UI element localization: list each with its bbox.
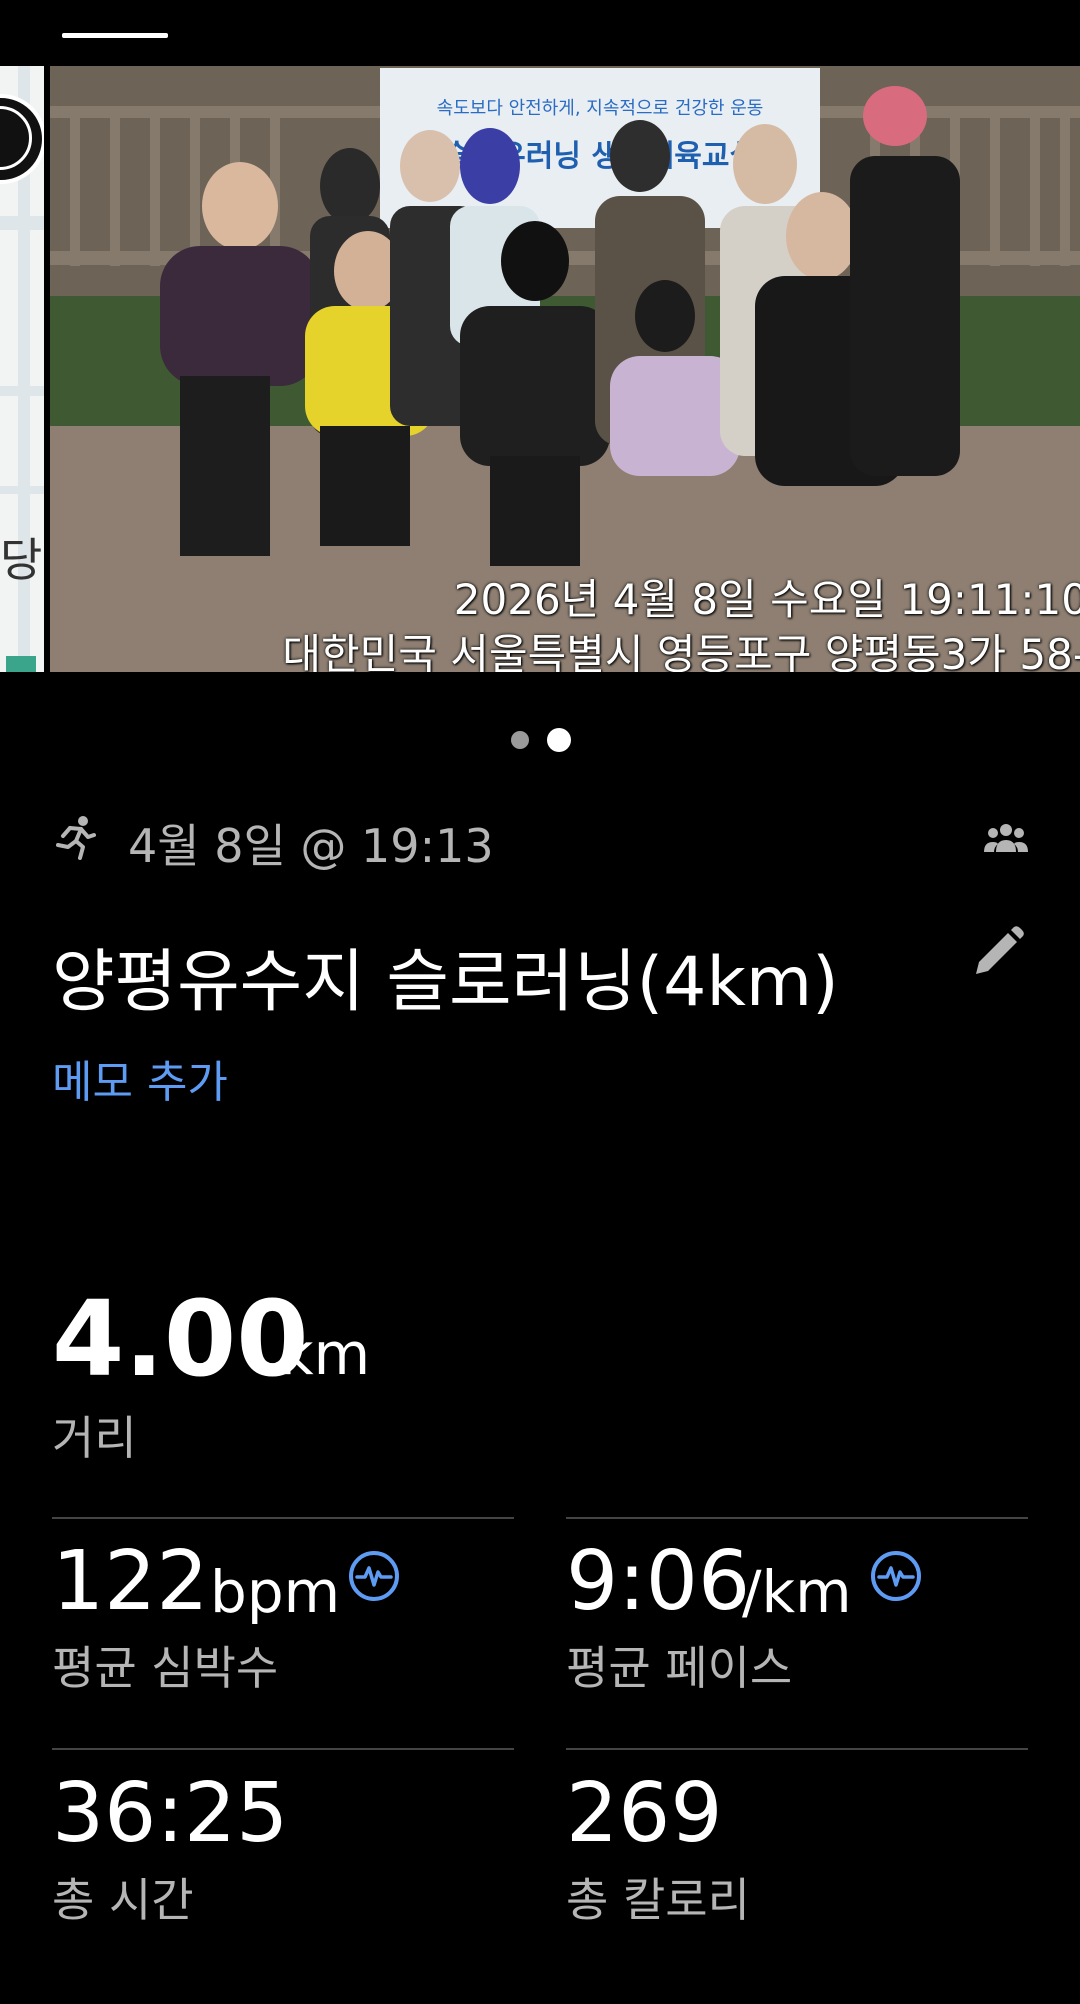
heart-rate-icon[interactable]	[348, 1550, 400, 1602]
heart-rate-value: 122	[52, 1534, 209, 1629]
photo-location: 대한민국 서울특별시 영등포구 양평동3가 58-	[282, 630, 1080, 672]
map-marker	[0, 94, 44, 184]
distance-value: 4.00	[52, 1278, 309, 1400]
route-map-thumbnail[interactable]: 당	[0, 66, 44, 672]
status-indicator-line	[62, 33, 168, 38]
map-label: 당	[0, 533, 43, 587]
add-memo-link[interactable]: 메모 추가	[52, 1046, 228, 1110]
pace-label: 평균 페이스	[566, 1641, 793, 1695]
divider	[52, 1748, 514, 1750]
heart-rate-unit: bpm	[210, 1558, 341, 1626]
pace-unit: /km	[742, 1558, 852, 1626]
status-bar	[0, 0, 1080, 66]
divider	[566, 1517, 1028, 1519]
pencil-icon[interactable]	[968, 924, 1026, 982]
runner-icon	[56, 816, 96, 860]
group-photo[interactable]: 속도보다 안전하게, 지속적으로 건강한 운동 슬로우러닝 생활체육교실 202…	[50, 66, 1080, 672]
distance-label: 거리	[52, 1411, 137, 1465]
activity-date: 4월 8일 @ 19:13	[128, 819, 494, 873]
distance-unit: km	[280, 1320, 371, 1388]
calories-label: 총 칼로리	[566, 1873, 750, 1927]
group-icon[interactable]	[984, 820, 1028, 856]
svg-text:속도보다 안전하게, 지속적으로 건강한 운동: 속도보다 안전하게, 지속적으로 건강한 운동	[437, 98, 764, 119]
divider	[52, 1517, 514, 1519]
heart-rate-label: 평균 심박수	[52, 1641, 279, 1695]
activity-header: 4월 8일 @ 19:13	[52, 806, 1028, 873]
pager-dot-2-active[interactable]	[547, 728, 571, 752]
calories-value: 269	[566, 1766, 723, 1861]
pace-detail-icon[interactable]	[870, 1550, 922, 1602]
total-time-label: 총 시간	[52, 1873, 194, 1927]
photo-carousel[interactable]: 당 속도보다 안전하게, 지속적으로 건강한 운동 슬로우러닝 생활체육교실 2…	[0, 66, 1080, 672]
total-time-value: 36:25	[52, 1766, 289, 1861]
pace-value: 9:06	[566, 1534, 751, 1629]
pager-dot-1[interactable]	[511, 731, 529, 749]
photo-timestamp: 2026년 4월 8일 수요일 19:11:10	[453, 575, 1080, 624]
activity-title: 양평유수지 슬로러닝(4km)	[52, 943, 839, 1022]
divider	[566, 1748, 1028, 1750]
carousel-pager[interactable]	[0, 727, 1080, 752]
